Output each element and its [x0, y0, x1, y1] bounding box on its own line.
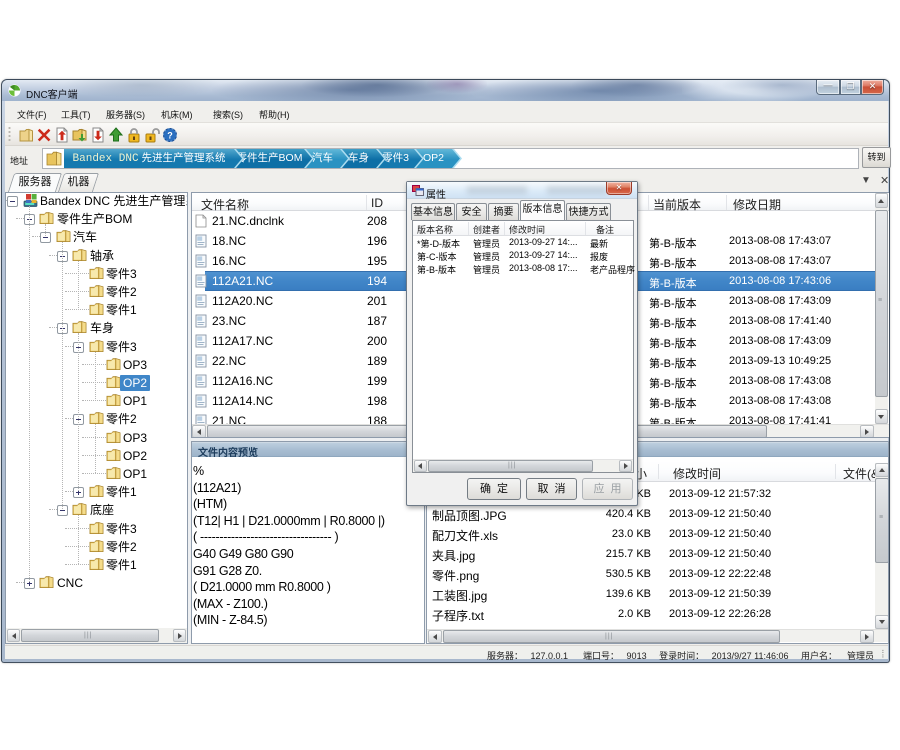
- svg-text:?: ?: [167, 131, 173, 141]
